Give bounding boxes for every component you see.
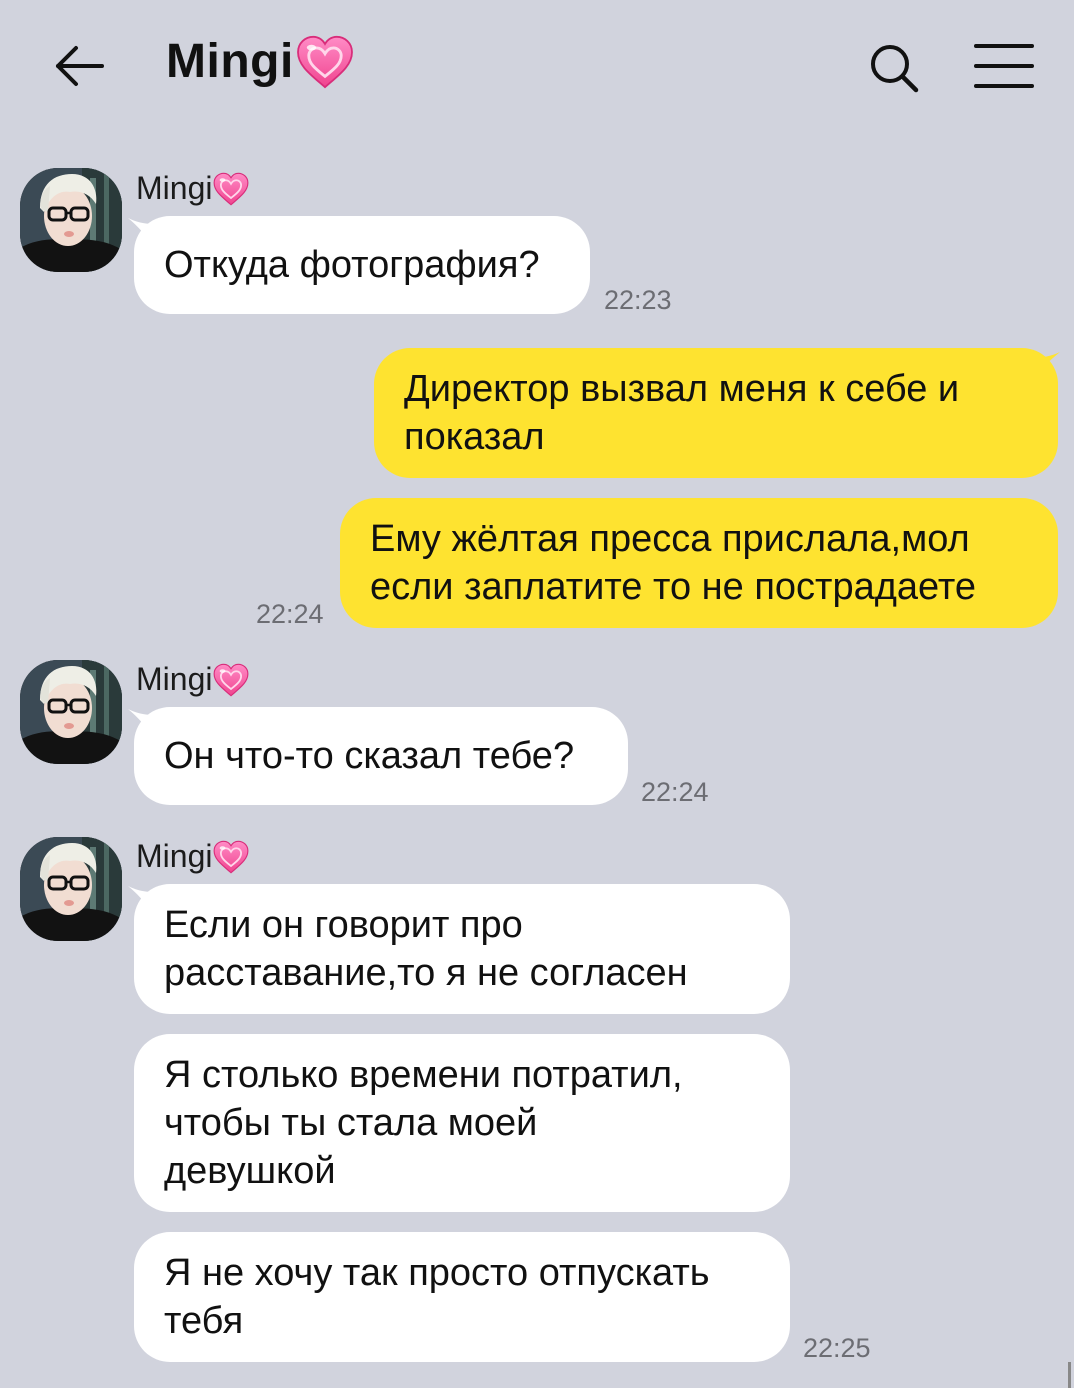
sender-name: Mingi: [136, 661, 249, 698]
message-timestamp: 22:24: [256, 599, 324, 629]
back-button[interactable]: [50, 36, 110, 96]
chat-header: Mingi: [0, 0, 1074, 130]
message-text: Ему жёлтая пресса прислала,мол: [370, 518, 970, 560]
chat-title: Mingi: [166, 34, 354, 89]
avatar[interactable]: [20, 837, 122, 941]
message-bubble[interactable]: Ему жёлтая пресса прислала,мол если запл…: [340, 498, 1058, 628]
message-text: Откуда фотография?: [164, 244, 540, 286]
heart-emoji-icon: [296, 35, 354, 89]
avatar[interactable]: [20, 168, 122, 272]
sender-name-text: Mingi: [136, 170, 213, 206]
message-text: Я столько времени потратил,: [164, 1054, 683, 1096]
message-bubble[interactable]: Откуда фотография?: [134, 216, 590, 314]
message-text: показал: [404, 416, 545, 458]
message-bubble[interactable]: Если он говорит про расставание,то я не …: [134, 884, 790, 1014]
scrollbar[interactable]: [1068, 1362, 1071, 1388]
message-text: если заплатите то не пострадаете: [370, 566, 977, 608]
message-text: Если он говорит про: [164, 904, 523, 946]
heart-emoji-icon: [213, 840, 249, 874]
sender-name-text: Mingi: [136, 661, 213, 697]
message-timestamp: 22:23: [604, 285, 672, 315]
hamburger-menu-icon: [974, 44, 1034, 88]
message-bubble[interactable]: Директор вызвал меня к себе и показал: [374, 348, 1058, 478]
heart-emoji-icon: [213, 663, 249, 697]
arrow-left-icon: [56, 46, 104, 86]
search-button[interactable]: [864, 38, 924, 98]
message-text: Директор вызвал меня к себе и: [404, 368, 960, 410]
message-text: чтобы ты стала моей: [164, 1102, 538, 1144]
message-bubble[interactable]: Я не хочу так просто отпускать тебя: [134, 1232, 790, 1362]
chat-title-text: Mingi: [166, 35, 294, 88]
message-timestamp: 22:24: [641, 777, 709, 807]
menu-button[interactable]: [972, 38, 1036, 94]
sender-name: Mingi: [136, 838, 249, 875]
message-text: расставание,то я не согласен: [164, 952, 688, 994]
message-text: Я не хочу так просто отпускать: [164, 1252, 710, 1294]
heart-emoji-icon: [213, 172, 249, 206]
message-text: Он что-то сказал тебе?: [164, 735, 575, 777]
sender-name-text: Mingi: [136, 838, 213, 874]
sender-name: Mingi: [136, 170, 249, 207]
search-icon: [871, 45, 919, 93]
message-bubble[interactable]: Я столько времени потратил, чтобы ты ста…: [134, 1034, 790, 1212]
message-text: девушкой: [164, 1150, 336, 1192]
message-timestamp: 22:25: [803, 1333, 871, 1363]
message-text: тебя: [164, 1300, 244, 1342]
avatar[interactable]: [20, 660, 122, 764]
message-bubble[interactable]: Он что-то сказал тебе?: [134, 707, 628, 805]
